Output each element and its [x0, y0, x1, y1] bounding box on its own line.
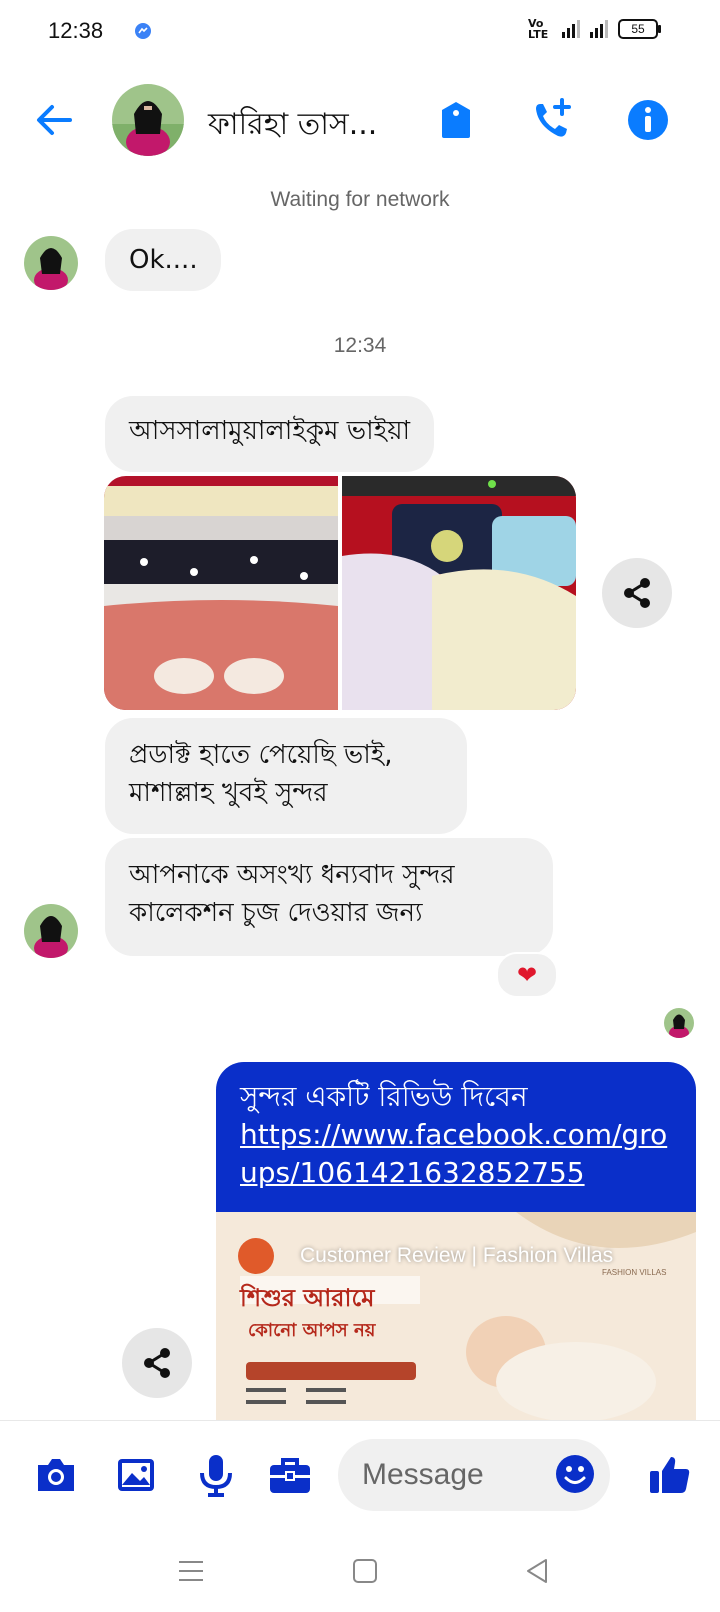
link-preview-subheadline: কোনো আপস নয়: [248, 1320, 376, 1341]
system-nav-bar: [0, 1530, 720, 1612]
sender-avatar[interactable]: [24, 904, 78, 958]
add-call-icon[interactable]: [528, 96, 576, 144]
sent-message-link[interactable]: https://www.facebook.com/groups/10614216…: [240, 1116, 672, 1192]
message-bubble[interactable]: আসসালামুয়ালাইকুম ভাইয়া: [105, 396, 435, 472]
seen-avatar: [664, 1008, 694, 1038]
sent-message-bubble[interactable]: সুন্দর একটি রিভিউ দিবেন https://www.face…: [216, 1062, 696, 1212]
heart-reaction[interactable]: ❤: [496, 952, 558, 998]
contact-avatar[interactable]: [112, 84, 184, 156]
message-bubble[interactable]: প্রডাক্ট হাতে পেয়েছি ভাই, মাশাল্লাহ খুব…: [105, 718, 467, 834]
gallery-icon[interactable]: [112, 1451, 160, 1499]
share-button[interactable]: [602, 558, 672, 628]
share-icon: [144, 1348, 170, 1378]
link-preview-headline: শিশুর আরামে: [240, 1284, 375, 1312]
heart-icon: ❤: [516, 961, 538, 989]
photo-attachment[interactable]: [104, 476, 338, 710]
message-bubble[interactable]: Ok....: [105, 229, 221, 291]
message-bubble[interactable]: আপনাকে অসংখ্য ধন্যবাদ সুন্দর কালেকশন চুজ…: [105, 838, 553, 956]
status-indicators: Vo LTE 55: [528, 17, 661, 41]
briefcase-icon[interactable]: [266, 1451, 314, 1499]
share-icon: [624, 578, 650, 608]
link-preview-card[interactable]: Customer Review | Fashion Villas শিশুর আ…: [216, 1212, 696, 1420]
share-button[interactable]: [122, 1328, 192, 1398]
home-icon[interactable]: [350, 1556, 380, 1586]
battery-indicator: 55: [618, 19, 661, 39]
sent-message-text: সুন্দর একটি রিভিউ দিবেন: [240, 1080, 528, 1113]
microphone-icon[interactable]: [192, 1451, 240, 1499]
status-time: 12:38: [48, 18, 104, 43]
camera-icon[interactable]: [32, 1451, 80, 1499]
link-preview-brand: FASHION VILLAS: [602, 1268, 667, 1277]
info-icon[interactable]: [624, 96, 672, 144]
signal-2-icon: [590, 20, 608, 38]
volte-label: Vo LTE: [528, 17, 549, 41]
network-status: Waiting for network: [270, 188, 450, 211]
link-preview-title: Customer Review | Fashion Villas: [300, 1244, 614, 1267]
message-composer: Message: [0, 1420, 720, 1531]
back-arrow-icon[interactable]: [30, 98, 80, 142]
photo-attachment[interactable]: [342, 476, 576, 710]
signal-1-icon: [562, 20, 580, 38]
menu-icon[interactable]: [176, 1556, 206, 1586]
thumbs-up-icon[interactable]: [646, 1451, 694, 1499]
time-divider: 12:34: [333, 334, 387, 357]
sender-avatar[interactable]: [24, 236, 78, 290]
messenger-notification-icon: [135, 23, 151, 39]
contact-name[interactable]: ফারিহা তাস...: [208, 100, 377, 151]
back-nav-icon[interactable]: [522, 1556, 552, 1586]
tag-icon[interactable]: [432, 96, 480, 144]
emoji-icon[interactable]: [554, 1453, 596, 1495]
